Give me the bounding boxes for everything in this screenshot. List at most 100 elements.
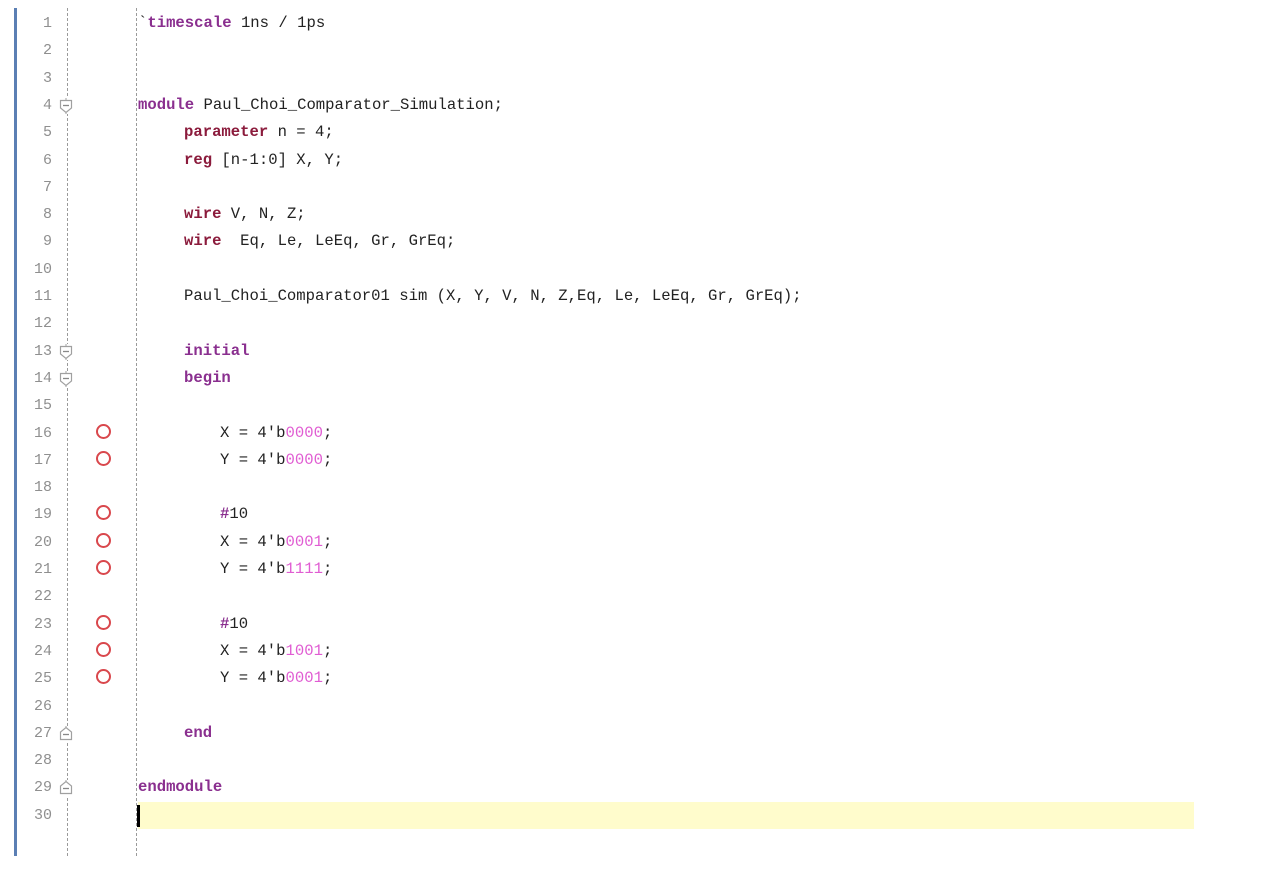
keyword-token: wire xyxy=(184,205,222,224)
code-token: Y = 4'b xyxy=(220,669,286,688)
code-token: Paul_Choi_Comparator_Simulation; xyxy=(194,95,503,114)
line-number: 11 xyxy=(33,288,52,305)
code-line[interactable]: 20 X = 4'b0001; xyxy=(0,529,1285,556)
line-number: 8 xyxy=(42,206,52,224)
code-token: Y = 4'b xyxy=(220,560,286,578)
current-line-highlight xyxy=(138,801,1194,829)
breakpoint-icon[interactable] xyxy=(96,641,111,657)
line-number: 10 xyxy=(33,260,52,278)
code-token: ; xyxy=(322,560,333,578)
line-number: 29 xyxy=(33,779,52,797)
code-line[interactable]: 12 xyxy=(0,310,1285,337)
code-line[interactable]: 15 xyxy=(0,392,1285,419)
line-number: 13 xyxy=(33,342,52,360)
code-text: begin xyxy=(184,365,231,392)
line-number: 19 xyxy=(33,506,52,524)
code-line[interactable]: 1 `timescale 1ns / 1ps xyxy=(0,10,1285,37)
code-line[interactable]: 25 Y = 4'b0001; xyxy=(0,665,1285,692)
code-line[interactable]: 21 Y = 4'b1111; xyxy=(0,556,1285,583)
code-line[interactable]: 16 X = 4'b0000; xyxy=(0,420,1285,447)
code-token: Paul_Choi_Comparator01 sim (X, Y, V, N, … xyxy=(184,287,802,305)
code-line[interactable]: 14 begin xyxy=(0,365,1285,392)
code-line[interactable]: 22 xyxy=(0,583,1285,610)
fold-end-icon[interactable] xyxy=(59,780,73,797)
code-token: X = 4'b xyxy=(220,532,286,551)
breakpoint-icon[interactable] xyxy=(96,505,111,521)
line-number: 4 xyxy=(42,96,52,114)
code-text: reg [n-1:0] X, Y; xyxy=(184,147,343,174)
line-number: 21 xyxy=(33,561,52,578)
code-line[interactable]: 29 endmodule xyxy=(0,774,1285,801)
code-line[interactable]: 27 end xyxy=(0,720,1285,747)
line-number: 27 xyxy=(33,724,52,742)
code-token: X = 4'b xyxy=(220,641,286,660)
code-token: [n-1:0] X, Y; xyxy=(212,150,344,169)
code-line[interactable]: 7 xyxy=(0,174,1285,201)
number-literal: 0001 xyxy=(285,532,323,551)
code-text: `timescale 1ns / 1ps xyxy=(138,10,325,37)
code-line[interactable]: 4 module Paul_Choi_Comparator_Simulation; xyxy=(0,92,1285,119)
number-literal: 0001 xyxy=(285,669,323,688)
line-number: 3 xyxy=(42,69,52,87)
line-number: 18 xyxy=(33,479,52,497)
breakpoint-icon[interactable] xyxy=(96,532,111,548)
code-token: ; xyxy=(322,423,333,442)
code-line[interactable]: 3 xyxy=(0,65,1285,92)
line-number: 7 xyxy=(42,178,52,196)
keyword-token: wire xyxy=(184,232,222,251)
breakpoint-icon[interactable] xyxy=(96,423,111,439)
code-text: Paul_Choi_Comparator01 sim (X, Y, V, N, … xyxy=(184,283,802,310)
code-line[interactable]: 11 Paul_Choi_Comparator01 sim (X, Y, V, N… xyxy=(0,283,1285,310)
fold-end-icon[interactable] xyxy=(59,725,73,742)
breakpoint-icon[interactable] xyxy=(96,669,111,685)
fold-collapse-icon[interactable] xyxy=(59,370,73,387)
keyword-token: timescale xyxy=(147,14,232,32)
code-line[interactable]: 13 initial xyxy=(0,338,1285,365)
code-text: X = 4'b0001; xyxy=(220,529,332,556)
line-number: 15 xyxy=(33,397,52,415)
line-number: 22 xyxy=(33,588,52,606)
code-line[interactable]: 28 xyxy=(0,747,1285,774)
code-token: 10 xyxy=(229,505,249,524)
line-number: 26 xyxy=(33,697,52,715)
code-line[interactable]: 26 xyxy=(0,693,1285,720)
code-text: X = 4'b0000; xyxy=(220,420,332,447)
code-text: #10 xyxy=(220,611,248,638)
line-number: 30 xyxy=(33,806,52,824)
keyword-token: # xyxy=(220,614,230,633)
code-line[interactable]: 24 X = 4'b1001; xyxy=(0,638,1285,665)
code-token: 1ns / 1ps xyxy=(231,14,326,32)
code-editor[interactable]: 1 `timescale 1ns / 1ps 2 3 4 module Paul_Choi… xyxy=(0,0,1285,874)
code-token: ; xyxy=(322,450,333,469)
code-line[interactable]: 2 xyxy=(0,37,1285,64)
code-line[interactable]: 17 Y = 4'b0000; xyxy=(0,447,1285,474)
code-text: #10 xyxy=(220,501,248,528)
number-literal: 1001 xyxy=(285,641,323,660)
fold-collapse-icon[interactable] xyxy=(59,343,73,360)
code-line[interactable]: 10 xyxy=(0,256,1285,283)
breakpoint-icon[interactable] xyxy=(96,450,111,466)
code-text: end xyxy=(184,720,212,747)
fold-collapse-icon[interactable] xyxy=(59,97,73,114)
breakpoint-icon[interactable] xyxy=(96,614,111,630)
code-text: Y = 4'b1111; xyxy=(220,556,332,583)
code-line[interactable]: 18 xyxy=(0,474,1285,501)
code-text: Y = 4'b0001; xyxy=(220,665,332,692)
code-token: 10 xyxy=(229,614,249,633)
line-number: 1 xyxy=(42,15,52,32)
code-line[interactable]: 19 #10 xyxy=(0,501,1285,528)
keyword-token: begin xyxy=(184,368,231,387)
line-number: 25 xyxy=(33,670,52,688)
code-line[interactable]: 23 #10 xyxy=(0,611,1285,638)
keyword-token: reg xyxy=(184,150,213,169)
code-line[interactable]: 5 parameter n = 4; xyxy=(0,119,1285,146)
line-number: 17 xyxy=(33,451,52,469)
code-line[interactable]: 9 wire Eq, Le, LeEq, Gr, GrEq; xyxy=(0,228,1285,255)
keyword-token: module xyxy=(138,95,195,114)
text-caret xyxy=(137,804,140,827)
breakpoint-icon[interactable] xyxy=(96,560,111,575)
code-line[interactable]: 8 wire V, N, Z; xyxy=(0,201,1285,228)
code-line[interactable]: 30 xyxy=(0,801,1285,829)
keyword-token: parameter xyxy=(184,123,269,142)
code-line[interactable]: 6 reg [n-1:0] X, Y; xyxy=(0,147,1285,174)
